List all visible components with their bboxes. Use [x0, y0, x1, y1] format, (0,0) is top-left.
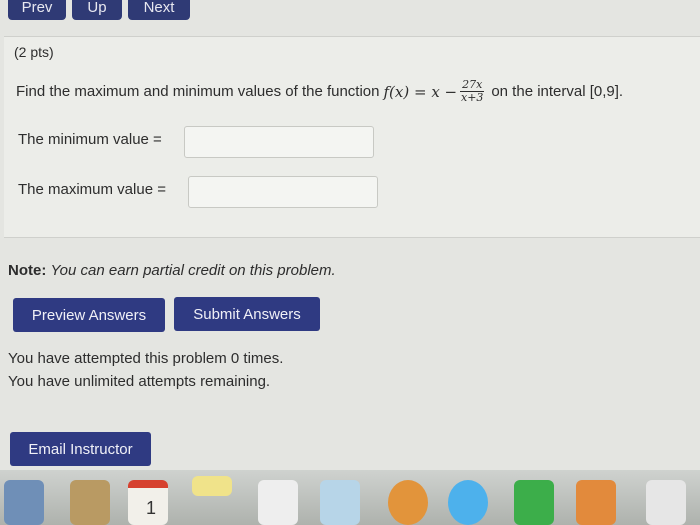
facetime-icon[interactable]	[514, 480, 554, 525]
maximum-value-input[interactable]	[188, 176, 378, 208]
problem-nav: Prev Up Next	[0, 0, 700, 22]
function-expression: f(x) = x − 27x x+3	[384, 79, 488, 104]
preview-answers-button[interactable]: Preview Answers	[13, 298, 165, 332]
note-label: Note:	[8, 262, 47, 279]
calendar-day: 1	[146, 498, 157, 518]
minimum-label: The minimum value =	[18, 131, 162, 148]
prompt-end: on the interval [0,9].	[491, 83, 624, 100]
attempts-remaining: You have unlimited attempts remaining.	[8, 373, 271, 390]
fraction: 27x x+3	[460, 79, 485, 104]
next-button[interactable]: Next	[128, 0, 190, 20]
photos-icon[interactable]	[388, 480, 428, 525]
attempts-status: You have attempted this problem 0 times.	[8, 350, 284, 367]
up-button[interactable]: Up	[72, 0, 122, 20]
prompt-start: Find the maximum and minimum values of t…	[16, 83, 380, 100]
email-instructor-button[interactable]: Email Instructor	[10, 432, 151, 466]
numbers-icon[interactable]	[646, 480, 686, 525]
books-icon[interactable]	[576, 480, 616, 525]
finder-icon[interactable]	[4, 480, 44, 525]
fraction-denominator: x+3	[461, 91, 484, 104]
maximum-label: The maximum value =	[18, 181, 166, 198]
minimum-value-input[interactable]	[184, 126, 374, 158]
partial-credit-note: Note: You can earn partial credit on thi…	[8, 262, 336, 279]
messages-icon[interactable]	[448, 480, 488, 525]
notes-icon[interactable]	[70, 480, 110, 525]
note-text: You can earn partial credit on this prob…	[50, 262, 336, 279]
function-lhs: f(x) = x −	[383, 82, 458, 101]
reminders-icon[interactable]	[258, 480, 298, 525]
stickies-icon[interactable]	[192, 476, 232, 496]
problem-statement: Find the maximum and minimum values of t…	[16, 79, 623, 104]
preview-icon[interactable]	[320, 480, 360, 525]
submit-answers-button[interactable]: Submit Answers	[174, 297, 320, 331]
problem-points: (2 pts)	[14, 44, 54, 60]
prev-button[interactable]: Prev	[8, 0, 66, 20]
